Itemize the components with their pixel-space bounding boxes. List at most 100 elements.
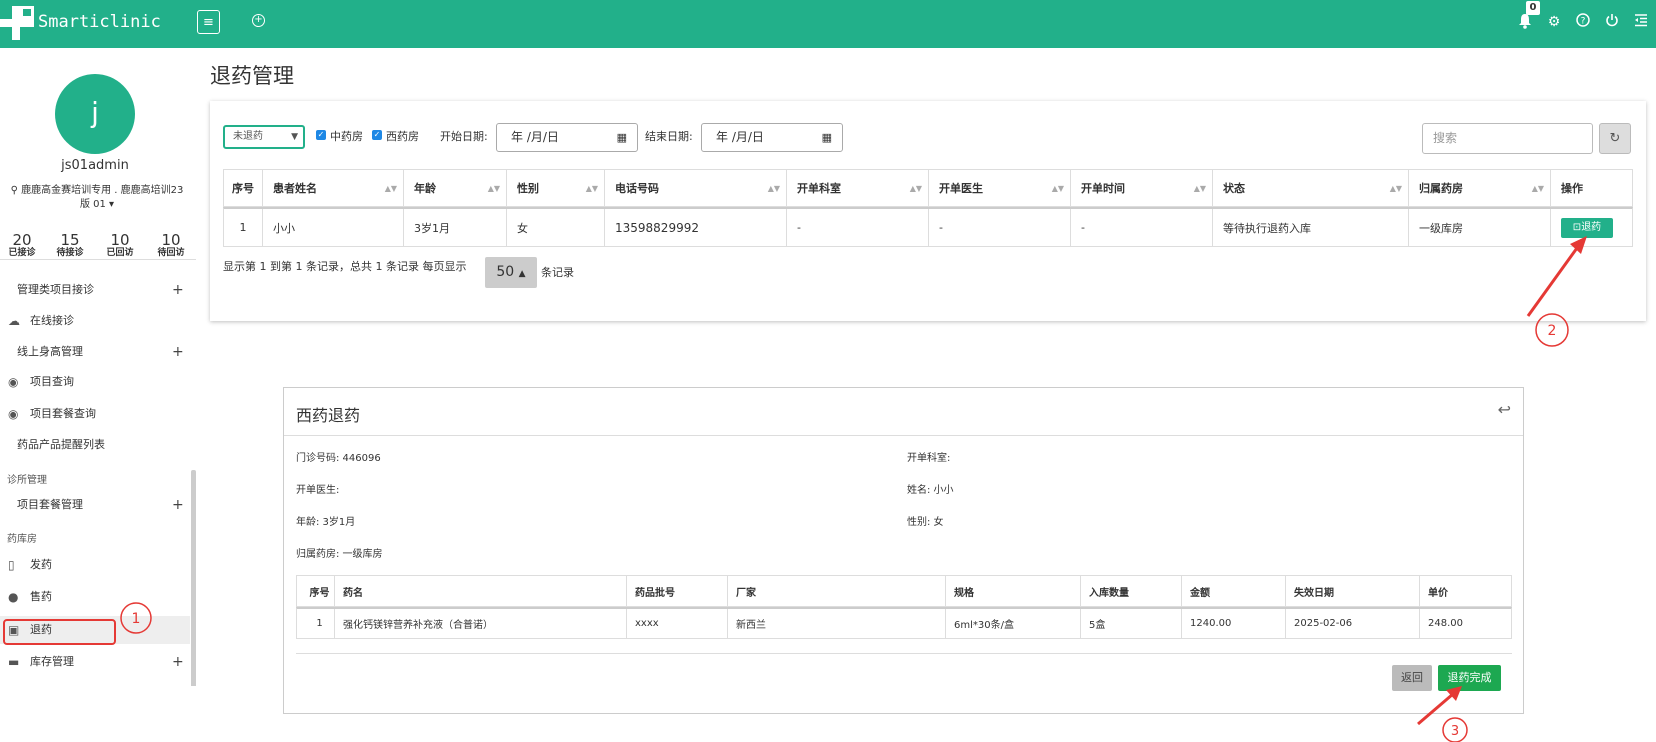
header-phone[interactable]: 电话号码 ▲▼ [604,170,786,206]
cell-pharmacy: 一级库房 [1408,209,1550,246]
sidebar-item-inventory[interactable]: ▬ 库存管理 + [0,648,190,676]
calendar-icon[interactable]: ▦ [822,124,832,151]
dept-info: 开单科室: [907,453,951,464]
refresh-button[interactable]: ↻ [1599,123,1631,154]
header-drug-name: 药名 [334,576,626,606]
username[interactable]: js01admin [0,158,190,173]
stat-accepted[interactable]: 20 已接诊 [0,232,44,259]
calendar-icon[interactable]: ▦ [617,124,627,151]
outdent-icon[interactable] [1632,13,1650,31]
chinese-pharmacy-checkbox[interactable]: ✓ [316,130,326,140]
svg-text:?: ? [1581,17,1586,27]
sort-icon: ▲▼ [585,183,598,193]
top-bar: Smarticlinic ≡ + 0 ⚙ ? [0,0,1656,48]
header-spec: 规格 [945,576,1080,606]
stat-waiting[interactable]: 15 待接诊 [48,232,92,259]
logo-icon [0,6,34,40]
brand-name: Smarticlinic [38,12,161,32]
sort-icon: ▲▼ [1531,183,1544,193]
location-icon: ⚲ [10,185,18,196]
back-button[interactable]: 返回 [1392,665,1432,691]
header-batch: 药品批号 [626,576,727,606]
sidebar-item-package-query[interactable]: ◉ 项目套餐查询 [0,400,190,428]
power-icon[interactable] [1603,13,1621,31]
plus-icon: + [172,282,184,298]
reply-icon[interactable]: ↩ [1498,400,1511,419]
status-select[interactable]: 未退药 ▼ [223,125,305,149]
plus-icon: + [172,344,184,360]
header-gender[interactable]: 性别 ▲▼ [506,170,604,206]
cell-quantity: 5盒 [1080,609,1181,638]
dialog-title: 西药退药 [296,406,361,425]
bell-icon[interactable] [1516,13,1534,31]
caret-down-icon: ▾ [109,199,115,210]
start-date-input[interactable]: 年 /月/日 ▦ [496,123,638,152]
sort-icon: ▲▼ [909,183,922,193]
western-pharmacy-checkbox[interactable]: ✓ [372,130,382,140]
return-complete-button[interactable]: 退药完成 [1438,665,1501,691]
sidebar-item-dispense[interactable]: ▯ 发药 [0,551,190,579]
avatar[interactable]: j [55,74,135,154]
cell-batch: xxxx [626,609,727,638]
refresh-icon: ↻ [1609,131,1621,146]
sort-icon: ▲▼ [1051,183,1064,193]
stat-visited[interactable]: 10 已回访 [98,232,142,259]
cell-phone: 13598829992 [604,209,786,246]
start-date-label: 开始日期: [440,130,488,143]
section-clinic-management: 诊所管理 [7,475,47,486]
cell-status: 等待执行退药入库 [1212,209,1408,246]
list-panel: 未退药 ▼ ✓ 中药房 ✓ 西药房 开始日期: 年 /月/日 ▦ 结束日期: 年… [210,101,1646,321]
sidebar-item-project-reception[interactable]: 管理类项目接诊 + [0,276,190,304]
svg-text:3: 3 [1451,724,1459,739]
header-patient[interactable]: 患者姓名 ▲▼ [262,170,403,206]
cell-drug-name: 强化钙镁锌营养补充液（合普诺） [334,609,626,638]
name-info: 姓名: 小小 [907,485,954,496]
sidebar-item-project-query[interactable]: ◉ 项目查询 [0,368,190,396]
sidebar-item-drug-reminder[interactable]: 药品产品提醒列表 [0,431,190,459]
menu-toggle-button[interactable]: ≡ [197,10,220,34]
plus-icon: + [172,654,184,670]
sort-icon: ▲▼ [767,183,780,193]
return-drug-dialog: 西药退药 ↩ 门诊号码: 446096 开单科室: 开单医生: 姓名: 小小 年… [283,387,1524,714]
sidebar-item-package-management[interactable]: 项目套餐管理 + [0,491,190,519]
gear-icon[interactable]: ⚙ [1545,13,1563,31]
sidebar-item-height-management[interactable]: 线上身高管理 + [0,338,190,366]
svg-text:2: 2 [1548,323,1557,339]
sidebar-scrollbar[interactable] [191,470,196,686]
header-time[interactable]: 开单时间 ▲▼ [1070,170,1212,206]
end-date-input[interactable]: 年 /月/日 ▦ [701,123,843,152]
table-row: 1 强化钙镁锌营养补充液（合普诺） xxxx 新西兰 6ml*30条/盒 5盒 … [296,607,1512,639]
cell-amount: 1240.00 [1181,609,1285,638]
cell-dept: - [786,209,928,246]
header-dept[interactable]: 开单科室 ▲▼ [786,170,928,206]
header-index: 序号 [232,182,254,195]
add-tab-icon[interactable]: + [252,14,265,27]
cloud-icon: ☁ [8,314,20,328]
cell-unit-price: 248.00 [1419,609,1513,638]
sidebar-item-sell[interactable]: ● 售药 [0,583,190,611]
search-input[interactable]: 搜索 [1422,123,1593,154]
header-action: 操作 [1550,170,1634,206]
sidebar-item-online-reception[interactable]: ☁ 在线接诊 [0,307,190,335]
page-size-select[interactable]: 50 ▲ [485,257,537,288]
western-pharmacy-label: 西药房 [386,130,419,143]
stat-to-visit[interactable]: 10 待回访 [149,232,193,259]
header-doctor[interactable]: 开单医生 ▲▼ [928,170,1070,206]
header-unit-price: 单价 [1419,576,1513,606]
table-header: 序号 药名 药品批号 厂家 规格 入库数量 金额 失效日期 单价 [296,575,1512,607]
cell-action: ⊡退药 [1550,209,1634,246]
pagination-suffix: 条记录 [541,266,574,279]
org-name[interactable]: ⚲ 鹿鹿高金赛培训专用 . 鹿鹿高培训23版 01 ▾ [6,184,188,212]
return-drug-button[interactable]: ⊡退药 [1561,217,1613,238]
header-age[interactable]: 年龄 ▲▼ [403,170,506,206]
notification-badge: 0 [1526,1,1540,15]
doctor-info: 开单医生: [296,485,340,496]
header-status[interactable]: 状态 ▲▼ [1212,170,1408,206]
cell-manufacturer: 新西兰 [727,609,945,638]
pharmacy-info: 归属药房: 一级库房 [296,549,383,560]
age-info: 年龄: 3岁1月 [296,517,356,528]
end-date-label: 结束日期: [645,130,693,143]
help-icon[interactable]: ? [1574,13,1592,31]
pagination-summary: 显示第 1 到第 1 条记录，总共 1 条记录 每页显示 [223,260,467,273]
header-pharmacy[interactable]: 归属药房 ▲▼ [1408,170,1550,206]
